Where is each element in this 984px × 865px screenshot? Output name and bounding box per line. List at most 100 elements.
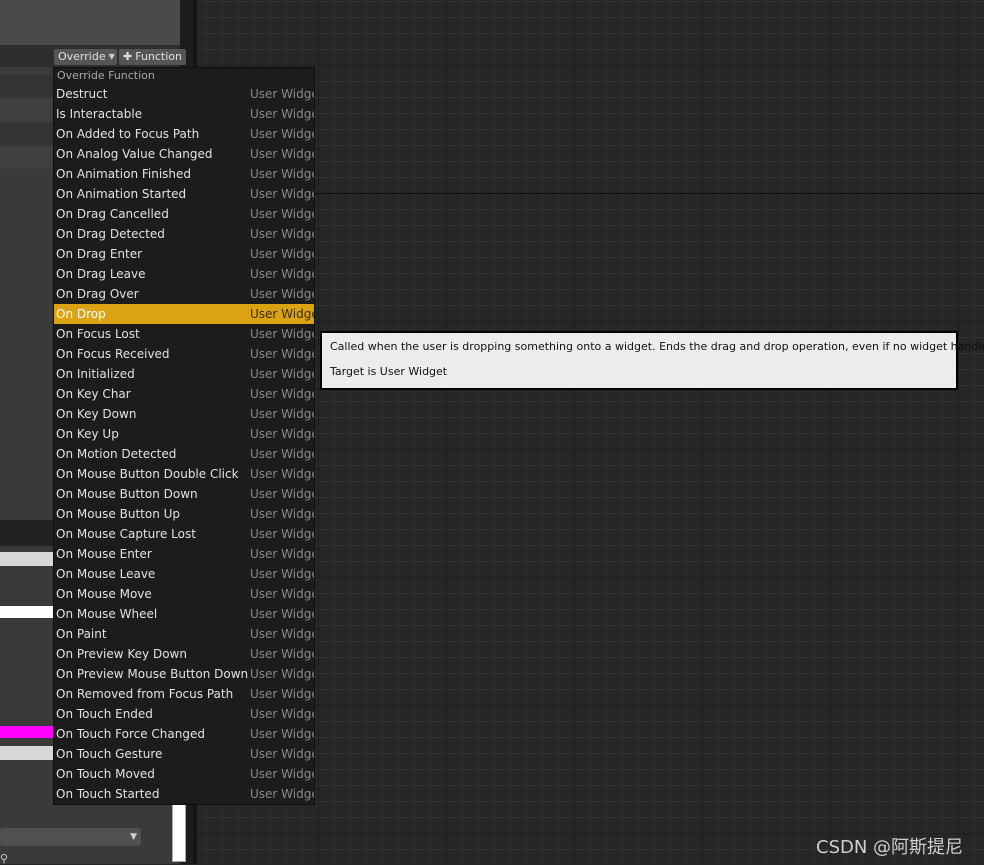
menu-item[interactable]: On Focus Received User Widget xyxy=(54,344,314,364)
menu-item-category: User Widget xyxy=(250,347,314,361)
menu-item[interactable]: On Mouse Wheel User Widget xyxy=(54,604,314,624)
menu-item-category: User Widget xyxy=(250,427,314,441)
menu-item[interactable]: On Removed from Focus Path User Widget xyxy=(54,684,314,704)
function-tooltip: Called when the user is dropping somethi… xyxy=(320,331,984,390)
menu-item[interactable]: On Key Char User Widget xyxy=(54,384,314,404)
color-swatch-grey[interactable] xyxy=(0,552,53,566)
menu-item-label: On Focus Received xyxy=(56,347,170,361)
chevron-down-icon: ▼ xyxy=(108,52,115,61)
chevron-down-icon: ▼ xyxy=(130,832,137,842)
menu-item-category: User Widget xyxy=(250,287,314,301)
menu-item-category: User Widget xyxy=(250,787,314,801)
menu-item-label: On Motion Detected xyxy=(56,447,177,461)
menu-item-label: On Analog Value Changed xyxy=(56,147,213,161)
menu-item-label: On Removed from Focus Path xyxy=(56,687,234,701)
menu-item[interactable]: On Focus Lost User Widget xyxy=(54,324,314,344)
menu-item-category: User Widget xyxy=(250,707,314,721)
menu-item[interactable]: On Preview Mouse Button DownUser Widget xyxy=(54,664,314,684)
menu-item[interactable]: On Animation Started User Widget xyxy=(54,184,314,204)
menu-item[interactable]: On Touch Ended User Widget xyxy=(54,704,314,724)
menu-item[interactable]: On Drag Detected User Widget xyxy=(54,224,314,244)
menu-item[interactable]: On Paint User Widget xyxy=(54,624,314,644)
menu-item[interactable]: On Added to Focus Path User Widget xyxy=(54,124,314,144)
menu-item[interactable]: On Animation Finished User Widget xyxy=(54,164,314,184)
menu-item-category: User Widget xyxy=(250,327,314,341)
menu-item-label: On Mouse Capture Lost xyxy=(56,527,196,541)
menu-item[interactable]: On Mouse Button Double Click User Widget xyxy=(54,464,314,484)
color-swatch-grey-2[interactable] xyxy=(0,746,53,760)
menu-item-label: On Focus Lost xyxy=(56,327,140,341)
panel-row[interactable] xyxy=(0,147,53,169)
menu-item[interactable]: On Touch Gesture User Widget xyxy=(54,744,314,764)
menu-item-category: User Widget xyxy=(250,567,314,581)
graph-canvas[interactable] xyxy=(197,0,984,864)
menu-item-label: On Mouse Button Up xyxy=(56,507,181,521)
menu-item-label: On Preview Mouse Button Down xyxy=(56,667,249,681)
menu-item-category: User Widget xyxy=(250,647,314,661)
menu-item[interactable]: On Drag Cancelled User Widget xyxy=(54,204,314,224)
menu-item-category: User Widget xyxy=(250,147,314,161)
menu-item-category: User Widget xyxy=(250,407,314,421)
menu-item[interactable]: On Mouse Move User Widget xyxy=(54,584,314,604)
menu-item[interactable]: On Mouse Capture Lost User Widget xyxy=(54,524,314,544)
override-button[interactable]: Override ▼ xyxy=(54,49,117,65)
menu-item[interactable]: On Mouse Leave User Widget xyxy=(54,564,314,584)
menu-item-label: On Touch Ended xyxy=(56,707,153,721)
search-icon[interactable]: ⚲ xyxy=(0,852,8,865)
menu-item[interactable]: On Key Up User Widget xyxy=(54,424,314,444)
menu-item-category: User Widget xyxy=(250,367,314,381)
panel-row[interactable] xyxy=(0,75,53,97)
menu-item-label: On Key Char xyxy=(56,387,131,401)
panel-row[interactable] xyxy=(0,99,53,121)
menu-item-category: User Widget xyxy=(250,167,314,181)
menu-item-label: On Preview Key Down xyxy=(56,647,187,661)
color-swatch-magenta[interactable] xyxy=(0,726,53,738)
menu-item-category: User Widget xyxy=(250,767,314,781)
menu-item[interactable]: On Analog Value Changed User Widget xyxy=(54,144,314,164)
menu-item-category: User Widget xyxy=(250,547,314,561)
menu-item[interactable]: On Drag Over User Widget xyxy=(54,284,314,304)
menu-item-label: On Drag Over xyxy=(56,287,139,301)
panel-combo-box[interactable]: ▼ xyxy=(0,828,141,846)
menu-item[interactable]: On Mouse Button Down User Widget xyxy=(54,484,314,504)
menu-list: Destruct User Widget Is Interactable User W… xyxy=(54,84,314,804)
menu-item-category: User Widget xyxy=(250,687,314,701)
menu-item[interactable]: On Touch Force Changed User Widget xyxy=(54,724,314,744)
menu-item-category: User Widget xyxy=(250,607,314,621)
menu-item-label: On Paint xyxy=(56,627,107,641)
menu-item-label: On Mouse Leave xyxy=(56,567,156,581)
panel-row[interactable] xyxy=(0,123,53,145)
menu-item-label: On Mouse Wheel xyxy=(56,607,158,621)
menu-item-label: On Touch Force Changed xyxy=(56,727,205,741)
menu-item[interactable]: On Drop User Widget xyxy=(54,304,314,324)
menu-item[interactable]: On Key Down User Widget xyxy=(54,404,314,424)
menu-item-category: User Widget xyxy=(250,727,314,741)
add-function-button[interactable]: ✚ Function xyxy=(119,49,186,65)
menu-item-label: On Mouse Enter xyxy=(56,547,152,561)
watermark: CSDN @阿斯提尼 xyxy=(816,837,964,858)
menu-item[interactable]: On Drag Enter User Widget xyxy=(54,244,314,264)
menu-item-category: User Widget xyxy=(250,587,314,601)
override-function-menu: Override Function Destruct User Widget Is … xyxy=(53,67,315,805)
panel-header-area xyxy=(0,0,193,45)
tooltip-target: Target is User Widget xyxy=(330,365,448,378)
menu-item[interactable]: On Drag Leave User Widget xyxy=(54,264,314,284)
graph-guide-line xyxy=(197,193,984,194)
menu-item[interactable]: On Initialized User Widget xyxy=(54,364,314,384)
menu-item[interactable]: On Mouse Enter User Widget xyxy=(54,544,314,564)
function-label: Function xyxy=(135,50,183,63)
menu-item-label: On Added to Focus Path xyxy=(56,127,200,141)
menu-item[interactable]: Is Interactable User Widget xyxy=(54,104,314,124)
menu-item[interactable]: On Motion Detected User Widget xyxy=(54,444,314,464)
menu-item[interactable]: On Preview Key Down User Widget xyxy=(54,644,314,664)
panel-white-field[interactable] xyxy=(172,800,186,862)
menu-item-label: On Touch Moved xyxy=(56,767,155,781)
color-swatch-white[interactable] xyxy=(0,606,53,618)
menu-item[interactable]: On Mouse Button Up User Widget xyxy=(54,504,314,524)
panel-section-header xyxy=(0,520,53,546)
menu-item[interactable]: On Touch Started User Widget xyxy=(54,784,314,804)
menu-item-label: On Animation Started xyxy=(56,187,187,201)
menu-item-category: User Widget xyxy=(250,467,314,481)
menu-item[interactable]: Destruct User Widget xyxy=(54,84,314,104)
menu-item[interactable]: On Touch Moved User Widget xyxy=(54,764,314,784)
